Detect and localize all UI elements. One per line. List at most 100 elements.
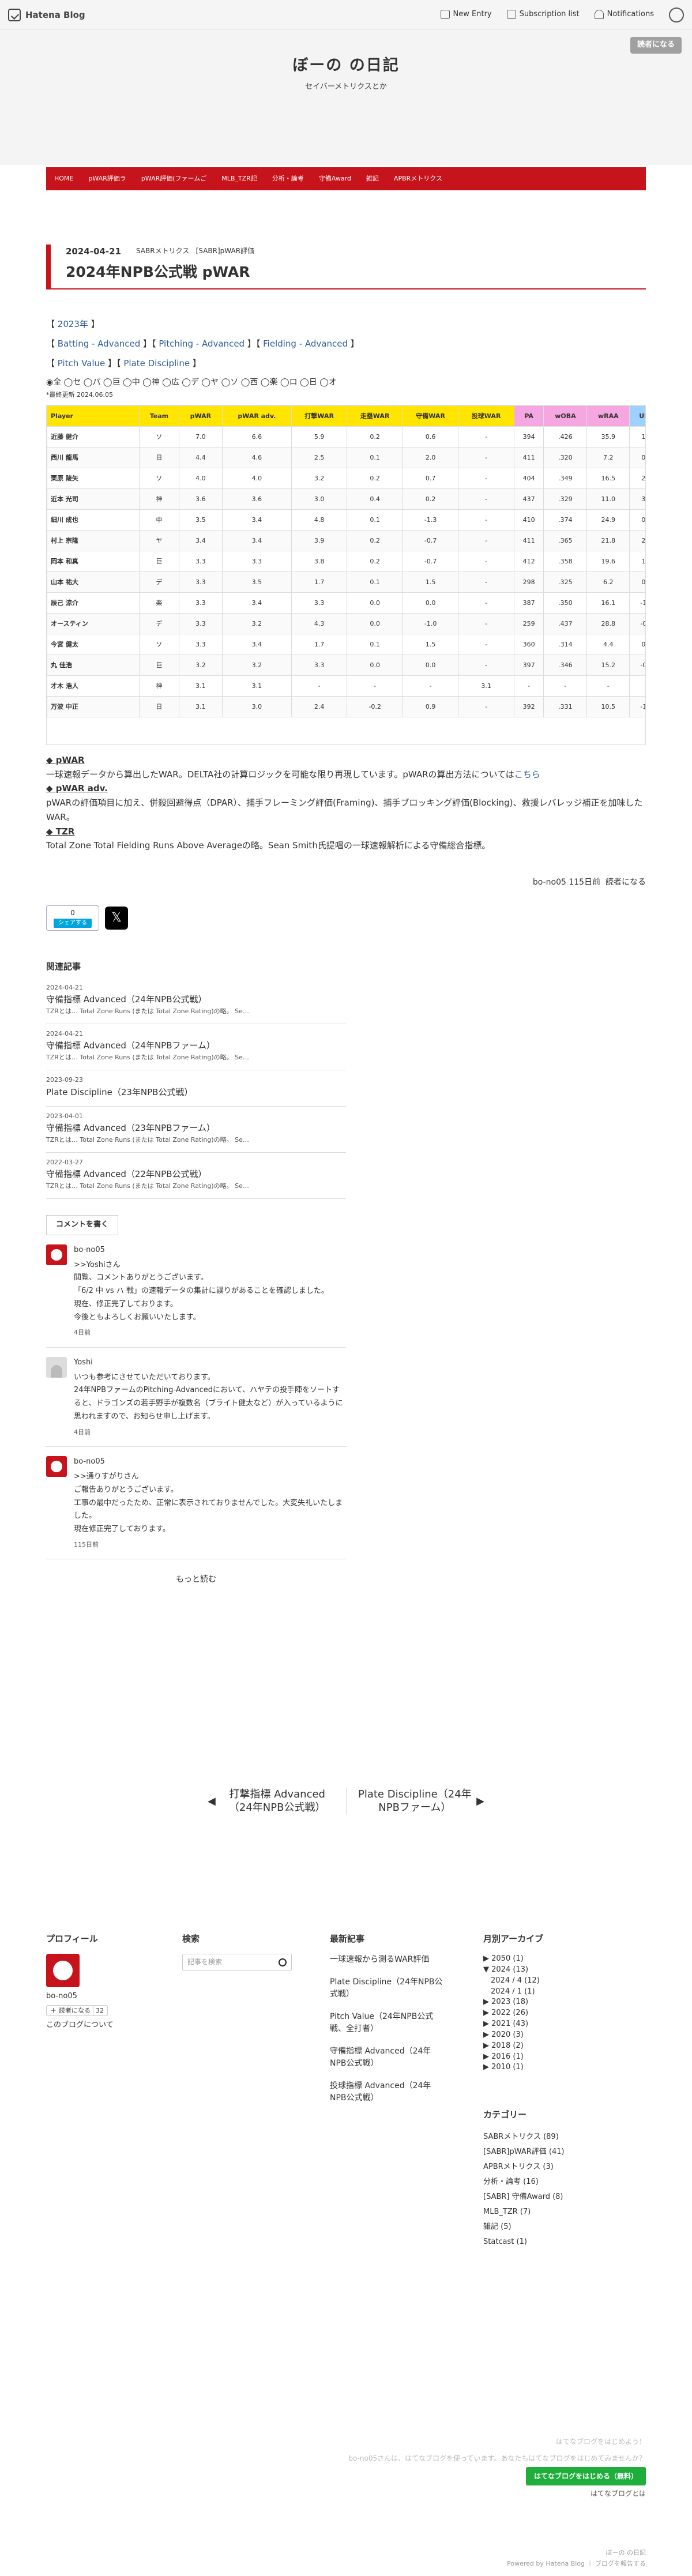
pwar-note-link[interactable]: ◆ pWAR bbox=[46, 755, 85, 765]
archive-item[interactable]: 2024 / 4 (12) bbox=[483, 1976, 616, 1987]
about-blog-link[interactable]: このブログについて bbox=[46, 2021, 114, 2029]
category-item[interactable]: [SABR]pWAR評価 (41) bbox=[483, 2145, 616, 2160]
pitch-value-link[interactable]: Pitch Value bbox=[58, 358, 105, 368]
plate-discipline-link[interactable]: Plate Discipline bbox=[123, 358, 190, 368]
nav-mlb-tzr[interactable]: MLB_TZR記 bbox=[221, 174, 257, 184]
nav-pwar-farm[interactable]: pWAR評価(ファームご bbox=[141, 174, 206, 184]
commenter-name[interactable]: bo-no05 bbox=[74, 1456, 346, 1468]
category-item[interactable]: [SABR] 守備Award (8) bbox=[483, 2190, 616, 2205]
category-sabr[interactable]: SABRメトリクス bbox=[136, 247, 189, 255]
hatena-bookmark-share[interactable]: 0 シェアする bbox=[46, 905, 99, 931]
recent-article-link[interactable]: 投球指標 Advanced（24年NPB公式戦） bbox=[330, 2080, 445, 2104]
year-2023-link[interactable]: 2023年 bbox=[58, 319, 88, 329]
pitching-advanced-link[interactable]: Pitching - Advanced bbox=[159, 339, 245, 349]
nav-pwar[interactable]: pWAR評価ラ bbox=[88, 174, 126, 184]
related-title-link[interactable]: 守備指標 Advanced（24年NPBファーム） bbox=[46, 1039, 346, 1052]
table-header-7[interactable]: 投球WAR bbox=[458, 405, 514, 427]
table-header-8[interactable]: PA bbox=[513, 405, 544, 427]
notifications-button[interactable]: Notifications bbox=[594, 9, 654, 21]
related-item[interactable]: 2022-03-27 守備指標 Advanced（22年NPB公式戦） TZRとは…… bbox=[46, 1153, 346, 1199]
archive-item[interactable]: ▶ 2010 (1) bbox=[483, 2062, 616, 2073]
table-header-6[interactable]: 守備WAR bbox=[402, 405, 459, 427]
category-item[interactable]: Statcast (1) bbox=[483, 2235, 616, 2250]
archive-item[interactable]: 2024 / 1 (1) bbox=[483, 1987, 616, 1998]
archive-item[interactable]: ▶ 2023 (18) bbox=[483, 1997, 616, 2008]
table-header-5[interactable]: 走塁WAR bbox=[347, 405, 403, 427]
archive-item[interactable]: ▶ 2022 (26) bbox=[483, 2008, 616, 2019]
start-blog-button[interactable]: はてなブログをはじめる（無料） bbox=[525, 2466, 646, 2486]
pwar-method-link[interactable]: こちら bbox=[514, 769, 540, 780]
archive-item[interactable]: ▶ 2018 (2) bbox=[483, 2041, 616, 2052]
nav-defense-award[interactable]: 守備Award bbox=[319, 174, 351, 184]
footer-blog-name[interactable]: ぼーの の日記 bbox=[507, 2548, 646, 2559]
nav-apbr[interactable]: APBRメトリクス bbox=[394, 174, 442, 184]
recent-article-link[interactable]: Plate Discipline（24年NPB公式戦） bbox=[330, 1976, 445, 2000]
new-entry-button[interactable]: New Entry bbox=[440, 9, 492, 21]
about-hatena-link[interactable]: はてなブログとは bbox=[591, 2489, 646, 2498]
nav-misc[interactable]: 雑記 bbox=[366, 174, 379, 184]
pwar-table-scroll[interactable]: Player Team pWAR pWAR adv. 打撃WAR 走塁WAR 守備WAR 投球… bbox=[46, 404, 646, 745]
follow-button[interactable]: ＋読者になる 32 bbox=[46, 2005, 108, 2017]
author-link[interactable]: bo-no05 bbox=[533, 878, 566, 887]
hatena-blog-logo[interactable]: Hatena Blog bbox=[8, 8, 85, 22]
commenter-name[interactable]: bo-no05 bbox=[74, 1244, 329, 1257]
tzr-note-link[interactable]: ◆ TZR bbox=[46, 826, 74, 837]
user-menu-icon[interactable] bbox=[669, 7, 684, 22]
nav-analysis[interactable]: 分析・論考 bbox=[272, 174, 304, 184]
category-item[interactable]: 雑記 (5) bbox=[483, 2220, 616, 2235]
team-filter-radios[interactable]: ◉全 ◯セ ◯パ ◯巨 ◯中 ◯神 ◯広 ◯デ ◯ヤ ◯ソ ◯西 ◯楽 ◯ロ ◯… bbox=[46, 376, 646, 389]
fielding-advanced-link[interactable]: Fielding - Advanced bbox=[263, 339, 348, 349]
archive-item[interactable]: ▶ 2021 (43) bbox=[483, 2019, 616, 2030]
table-header-1[interactable]: Team bbox=[139, 405, 179, 427]
commenter-avatar[interactable] bbox=[46, 1244, 67, 1265]
category-item[interactable]: 分析・論考 (16) bbox=[483, 2175, 616, 2190]
recent-article-link[interactable]: 守備指標 Advanced（24年NPB公式戦） bbox=[330, 2045, 445, 2070]
archive-item[interactable]: ▶ 2050 (1) bbox=[483, 1954, 616, 1965]
archive-item[interactable]: ▶ 2016 (1) bbox=[483, 2052, 616, 2063]
related-title-link[interactable]: 守備指標 Advanced（22年NPB公式戦） bbox=[46, 1167, 346, 1181]
table-header-9[interactable]: wOBA bbox=[543, 405, 588, 427]
comment-time[interactable]: 4日前 bbox=[74, 1427, 346, 1438]
archive-item[interactable]: ▶ 2020 (3) bbox=[483, 2030, 616, 2041]
related-title-link[interactable]: 守備指標 Advanced（23年NPBファーム） bbox=[46, 1121, 346, 1135]
commenter-avatar[interactable] bbox=[46, 1356, 67, 1378]
post-age[interactable]: 115日前 bbox=[569, 878, 600, 887]
comment-time[interactable]: 4日前 bbox=[74, 1328, 329, 1338]
table-header-4[interactable]: 打撃WAR bbox=[291, 405, 348, 427]
commenter-name[interactable]: Yoshi bbox=[74, 1357, 346, 1369]
search-icon[interactable] bbox=[279, 1958, 287, 1966]
table-header-11[interactable]: UBR bbox=[629, 405, 645, 427]
category-pwar[interactable]: [SABR]pWAR評価 bbox=[196, 247, 254, 255]
write-comment-button[interactable]: コメントを書く bbox=[46, 1214, 119, 1235]
author-reader-link[interactable]: 読者になる bbox=[606, 878, 646, 887]
pwar-adv-note-link[interactable]: ◆ pWAR adv. bbox=[46, 783, 108, 794]
batting-advanced-link[interactable]: Batting - Advanced bbox=[58, 339, 140, 349]
prev-article-link[interactable]: ◀ 打撃指標 Advanced（24年NPB公式戦） bbox=[208, 1788, 347, 1815]
article-date[interactable]: 2024-04-21 bbox=[66, 245, 121, 258]
recent-article-link[interactable]: Pitch Value（24年NPB公式戦、全打者） bbox=[330, 2011, 445, 2035]
next-article-link[interactable]: Plate Discipline（24年NPBファーム） ▶ bbox=[347, 1788, 484, 1815]
category-item[interactable]: MLB_TZR (7) bbox=[483, 2205, 616, 2220]
category-item[interactable]: APBRメトリクス (3) bbox=[483, 2160, 616, 2175]
blog-title[interactable]: ぼーの の日記 bbox=[0, 30, 692, 78]
archive-item[interactable]: ▼ 2024 (13) bbox=[483, 1965, 616, 1976]
recent-article-link[interactable]: 一球速報から測るWAR評価 bbox=[330, 1954, 445, 1966]
related-title-link[interactable]: Plate Discipline（23年NPB公式戦） bbox=[46, 1085, 346, 1099]
article-title[interactable]: 2024年NPB公式戦 pWAR bbox=[66, 261, 646, 284]
related-item[interactable]: 2024-04-21 守備指標 Advanced（24年NPB公式戦） TZRとは…… bbox=[46, 978, 346, 1024]
x-share-icon[interactable]: 𝕏 bbox=[105, 906, 128, 930]
comment-time[interactable]: 115日前 bbox=[74, 1540, 346, 1550]
read-more-button[interactable]: もっと読む bbox=[46, 1573, 346, 1586]
related-item[interactable]: 2024-04-21 守備指標 Advanced（24年NPBファーム） TZRとは… bbox=[46, 1024, 346, 1070]
related-title-link[interactable]: 守備指標 Advanced（24年NPB公式戦） bbox=[46, 992, 346, 1006]
powered-text[interactable]: Powered by Hatena Blog ｜ ブログを報告する bbox=[507, 2559, 646, 2570]
profile-avatar[interactable] bbox=[46, 1954, 80, 1987]
commenter-avatar[interactable] bbox=[46, 1456, 67, 1477]
related-item[interactable]: 2023-04-01 守備指標 Advanced（23年NPBファーム） TZRとは… bbox=[46, 1107, 346, 1153]
subscribe-button[interactable]: 読者になる bbox=[630, 37, 682, 54]
table-header-10[interactable]: wRAA bbox=[586, 405, 630, 427]
table-header-3[interactable]: pWAR adv. bbox=[221, 405, 292, 427]
table-header-2[interactable]: pWAR bbox=[178, 405, 223, 427]
table-header-0[interactable]: Player bbox=[47, 405, 140, 427]
nav-home[interactable]: HOME bbox=[54, 174, 73, 184]
